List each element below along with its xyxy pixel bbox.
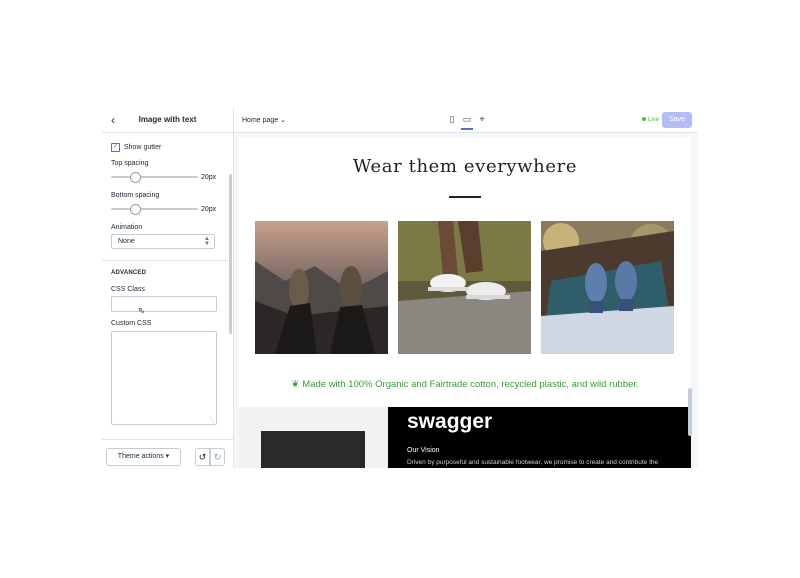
bottom-spacing-label: Bottom spacing [111,192,160,199]
animation-label: Animation [111,224,143,231]
redo-icon[interactable]: ↻ [210,448,225,466]
select-arrows-icon: ▲ ▼ [204,236,210,247]
sidebar-settings[interactable]: ✓ Show gutter Top spacing 20px Bottom sp… [102,133,233,438]
bottom-spacing-value: 20px [201,206,217,213]
advanced-heading: ADVANCED [111,270,147,276]
dark-product-image [261,431,365,468]
slider-track[interactable] [111,176,198,178]
sidebar-scrollbar[interactable] [229,174,232,334]
chevron-down-icon: ⌄ [280,117,287,124]
animation-select[interactable]: None ▲ ▼ [111,234,215,249]
desktop-icon[interactable]: ▭ [461,114,473,130]
sidebar-title: Image with text [138,115,197,124]
gallery-image-sneakers [398,221,531,354]
slider-thumb[interactable] [130,204,141,215]
store-preview[interactable]: Wear them everywhere ❦ Made with 100% Or… [239,137,691,468]
brand-logo: swagger [407,410,493,433]
fullscreen-icon[interactable]: ⌖ [476,114,488,128]
live-status: Live [642,117,659,123]
section-headline: Wear them everywhere [352,156,578,177]
hammock-photo-illustration [541,221,674,354]
settings-sidebar: ‹ Image with text ✓ Show gutter Top spac… [102,108,234,468]
slider-thumb[interactable] [130,172,141,183]
sneakers-photo-illustration [398,221,531,354]
canyon-photo-illustration [255,221,388,354]
animation-value: None [118,238,135,245]
section-divider [102,260,228,261]
slider-track[interactable] [111,208,198,210]
page-selector[interactable]: Home page ⌄ [242,116,286,124]
css-class-input[interactable] [111,296,217,312]
editor-topbar: Home page ⌄ ▯ ▭ ⌖ Live Save [234,108,698,133]
checkmark-icon[interactable]: ✓ [111,142,120,152]
theme-editor: ‹ Image with text ✓ Show gutter Top spac… [102,108,698,468]
theme-actions-button[interactable]: Theme actions ▾ [106,448,181,466]
brand-panel: swagger Our Vision Driven by purposeful … [388,407,691,468]
css-class-label: CSS Class [111,286,145,293]
undo-icon[interactable]: ↺ [195,448,210,466]
top-spacing-value: 20px [201,174,217,181]
caret-down-icon: ▾ [165,453,170,460]
resize-handle-icon[interactable]: ⋱ [209,417,215,424]
vision-text: Driven by purposeful and sustainable foo… [407,459,659,466]
gallery-image-canyon [255,221,388,354]
sidebar-footer: Theme actions ▾ ↺ ↻ [102,439,233,468]
mobile-icon[interactable]: ▯ [446,114,458,128]
bottom-spacing-slider[interactable] [111,204,198,215]
gallery-image-hammock [541,221,674,354]
live-dot-icon [642,117,646,122]
eco-tagline: ❦ Made with 100% Organic and Fairtrade co… [239,379,691,390]
top-spacing-slider[interactable] [111,172,198,183]
leaf-icon: ❦ [291,379,300,390]
save-button[interactable]: Save [662,112,692,128]
image-panel [239,407,388,468]
top-spacing-label: Top spacing [111,160,149,167]
preview-scrollbar[interactable] [688,388,692,436]
mouse-pointer-icon: ⬁ [138,306,145,315]
show-gutter-checkbox[interactable]: ✓ Show gutter [111,142,161,152]
headline-underline [449,196,481,198]
eco-tagline-text: Made with 100% Organic and Fairtrade cot… [302,379,639,390]
show-gutter-label: Show gutter [124,143,162,151]
custom-css-label: Custom CSS [111,320,152,327]
live-status-label: Live [648,117,660,123]
custom-css-textarea[interactable]: ⋱ [111,331,217,425]
theme-actions-label: Theme actions [117,453,164,460]
vision-title: Our Vision [407,447,440,454]
page-selector-label: Home page [242,117,279,124]
sidebar-header: ‹ Image with text [102,108,233,133]
